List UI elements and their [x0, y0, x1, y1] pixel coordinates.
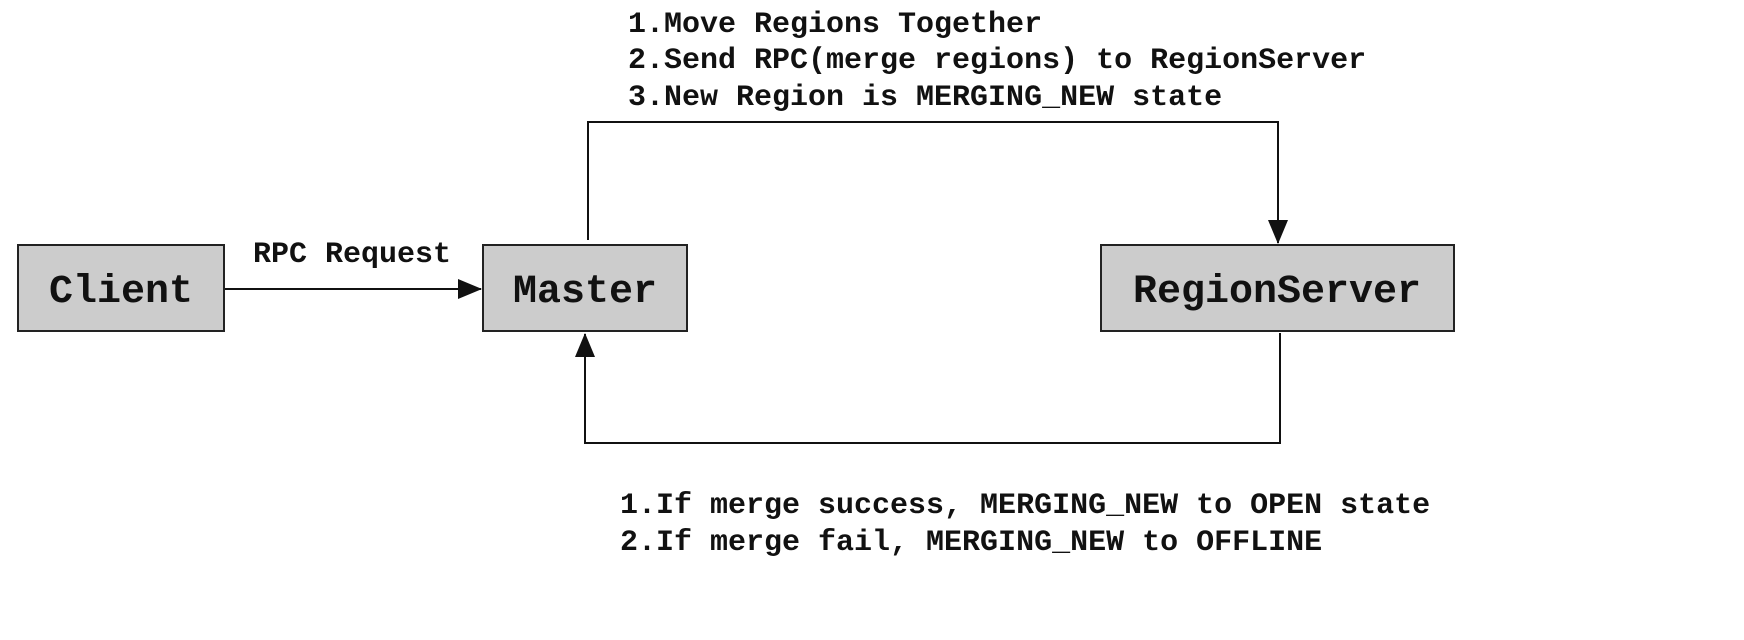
merge-flow-diagram: Client Master RegionServer RPC Request 1…	[17, 8, 1455, 560]
master-to-regionserver-arrow	[587, 121, 1288, 244]
client-label: Client	[49, 270, 193, 315]
master-to-regionserver-notes: 1.Move Regions Together 2.Send RPC(merge…	[628, 8, 1366, 115]
master-label: Master	[513, 270, 657, 315]
regionserver-node: RegionServer	[1100, 244, 1455, 332]
note-line: 1.Move Regions Together	[628, 8, 1042, 42]
note-line: 3.New Region is MERGING_NEW state	[628, 81, 1222, 115]
note-line: 2.Send RPC(merge regions) to RegionServe…	[628, 44, 1366, 78]
regionserver-to-master-notes: 1.If merge success, MERGING_NEW to OPEN …	[620, 489, 1430, 560]
note-line: 2.If merge fail, MERGING_NEW to OFFLINE	[620, 526, 1322, 560]
note-line: 1.If merge success, MERGING_NEW to OPEN …	[620, 489, 1430, 523]
regionserver-to-master-arrow	[575, 333, 1281, 444]
master-node: Master	[482, 244, 688, 332]
regionserver-label: RegionServer	[1133, 270, 1421, 315]
rpc-request-label: RPC Request	[253, 238, 451, 272]
client-node: Client	[17, 244, 225, 332]
